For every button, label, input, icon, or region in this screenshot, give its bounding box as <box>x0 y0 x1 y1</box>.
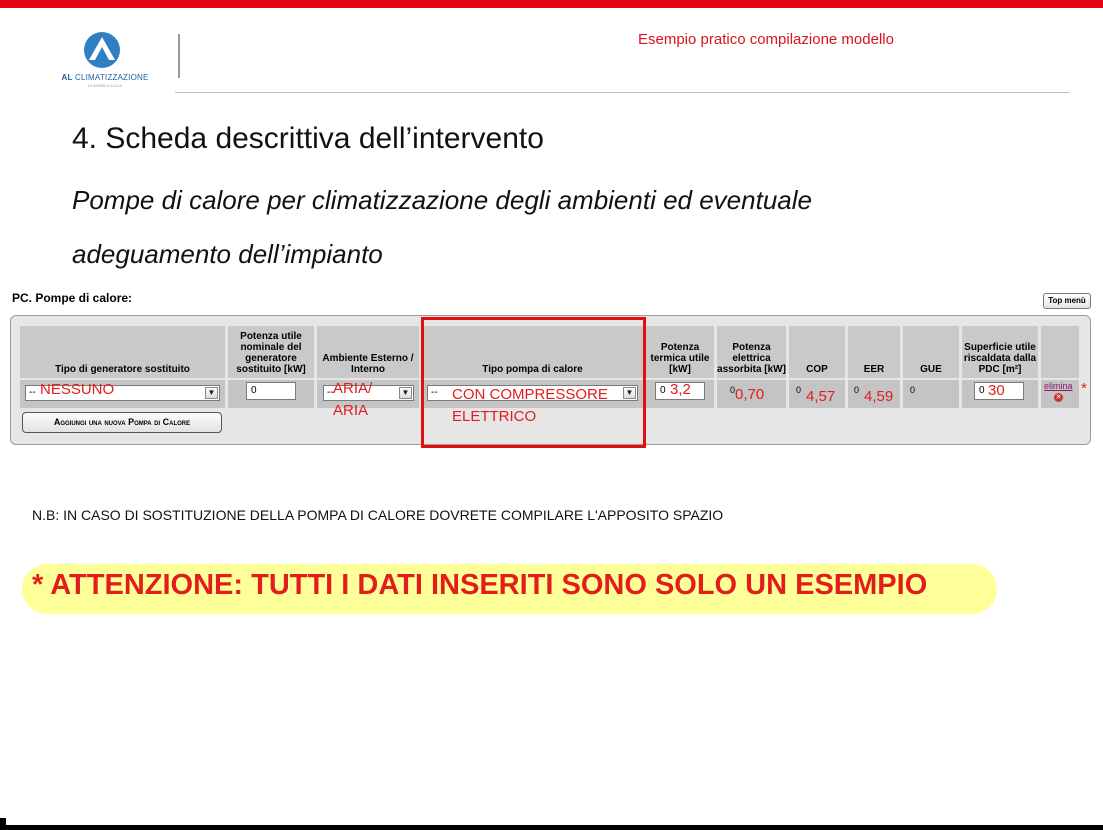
slide-title: 4. Scheda descrittiva dell’intervento <box>72 122 544 155</box>
col-header-eer: EER <box>848 326 900 378</box>
annotation-generatore: NESSUNO <box>40 381 115 398</box>
add-heat-pump-button[interactable]: Aggiungi una nuova Pompa di Calore <box>22 412 222 433</box>
highlight-box <box>421 317 646 448</box>
slide-subtitle-line-2: adeguamento dell’impianto <box>72 239 383 269</box>
col-header-generatore: Tipo di generatore sostituito <box>20 326 225 378</box>
col-header-cop: COP <box>789 326 845 378</box>
delete-icon[interactable]: ✕ <box>1054 393 1063 402</box>
annotation-potenza-elettrica: 0,70 <box>735 386 765 403</box>
required-asterisk: * <box>1081 380 1087 397</box>
cop-field[interactable]: 0 <box>796 385 801 395</box>
eer-field[interactable]: 0 <box>854 385 859 395</box>
generatore-select-value: -- <box>29 387 36 398</box>
annotation-ambiente-1: ARIA/ <box>333 380 373 397</box>
company-logo: AL CLIMATIZZAZIONE DI AGNELLI LUCA <box>50 30 160 92</box>
annotation-potenza-termica: 3,2 <box>670 381 691 398</box>
gue-field[interactable]: 0 <box>910 385 915 395</box>
bottom-bar <box>0 825 1103 830</box>
header-divider <box>175 92 1070 93</box>
top-menu-button[interactable]: Top menù <box>1043 293 1091 309</box>
chevron-down-icon: ▼ <box>205 387 218 399</box>
col-header-ambiente: Ambiente Esterno / Interno <box>317 326 419 378</box>
col-header-gue: GUE <box>903 326 959 378</box>
potenza-nominale-input[interactable]: 0 <box>246 382 296 400</box>
col-header-superficie: Superficie utile riscaldata dalla PDC [m… <box>962 326 1038 378</box>
col-header-potenza-nominale: Potenza utile nominale del generatore so… <box>228 326 314 378</box>
note-text: N.B: IN CASO DI SOSTITUZIONE DELLA POMPA… <box>32 507 724 523</box>
section-label: PC. Pompe di calore: <box>12 291 133 305</box>
slide-subtitle-line-1: Pompe di calore per climatizzazione degl… <box>72 185 812 215</box>
col-header-actions <box>1041 326 1079 378</box>
logo-divider <box>178 34 180 78</box>
header-caption: Esempio pratico compilazione modello <box>638 31 894 48</box>
logo-brand-text: AL CLIMATIZZAZIONE <box>61 73 149 82</box>
annotation-cop: 4,57 <box>806 388 836 405</box>
col-header-potenza-elettrica: Potenza elettrica assorbita [kW] <box>717 326 786 378</box>
col-header-potenza-termica: Potenza termica utile [kW] <box>646 326 714 378</box>
warning-banner-text: * ATTENZIONE: TUTTI I DATI INSERITI SONO… <box>32 569 928 601</box>
top-accent-bar <box>0 0 1103 8</box>
logo-subtext: DI AGNELLI LUCA <box>88 83 122 88</box>
annotation-eer: 4,59 <box>864 388 894 405</box>
elimina-link[interactable]: elimina <box>1044 381 1073 391</box>
annotation-ambiente-2: ARIA <box>333 402 369 419</box>
annotation-superficie: 30 <box>988 382 1005 399</box>
logo-mark-icon <box>84 32 120 68</box>
chevron-down-icon: ▼ <box>399 387 412 399</box>
